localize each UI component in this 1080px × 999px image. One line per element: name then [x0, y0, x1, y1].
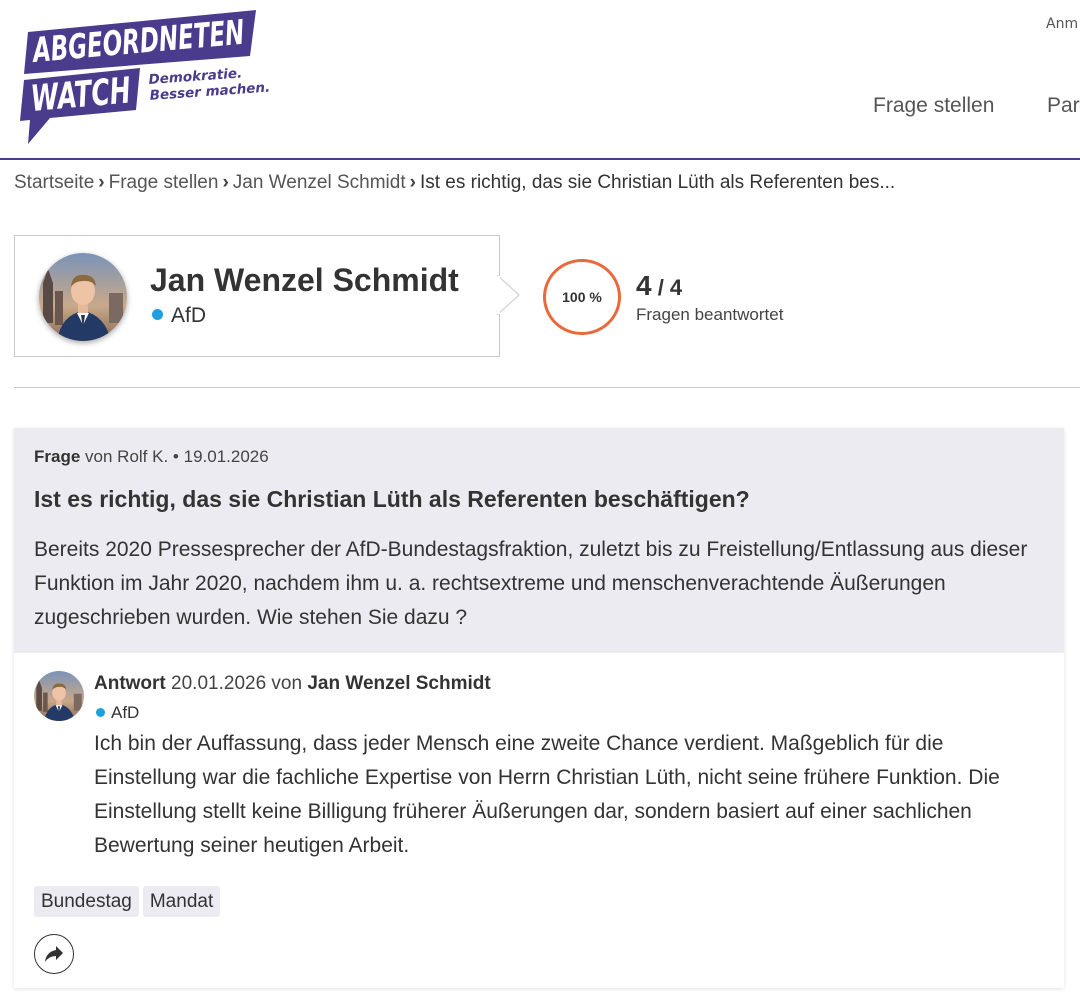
question-body: Bereits 2020 Pressesprecher der AfD-Bund… [34, 538, 1028, 629]
breadcrumb-frage-stellen[interactable]: Frage stellen [109, 172, 219, 193]
nav-parlamente[interactable]: Par [1047, 94, 1080, 118]
avatar-photo-small [34, 671, 84, 721]
answer-avatar[interactable] [34, 671, 84, 721]
party-label: AfD [171, 304, 207, 327]
politician-card[interactable]: Jan Wenzel Schmidt AfD [14, 235, 500, 357]
answer-party-label: AfD [111, 703, 140, 722]
question-meta: Frage von Rolf K. • 19.01.2026 [34, 447, 269, 467]
answer-by: von [271, 673, 303, 694]
answer-rate-percent: 100 % [562, 289, 602, 305]
question-author: von Rolf K. [85, 447, 169, 466]
total-number: 4 [669, 275, 683, 300]
question-date: 19.01.2026 [183, 447, 269, 466]
card-pointer-arrow [497, 275, 520, 315]
answered-count: 4 / 4 [636, 270, 682, 302]
section-divider [14, 387, 1080, 388]
logo-line2: WATCH [29, 70, 132, 120]
answer-party: AfD [96, 703, 139, 723]
party-dot-icon [96, 708, 105, 717]
site-header: ABGEORDNETEN WATCH Demokratie. Besser ma… [0, 0, 1080, 160]
answer-block: Antwort 20.01.2026 von Jan Wenzel Schmid… [14, 653, 1064, 988]
question-block: Frage von Rolf K. • 19.01.2026 Ist es ri… [14, 428, 1064, 653]
answered-separator: / [651, 275, 670, 300]
tag-bundestag[interactable]: Bundestag [34, 886, 139, 917]
question-label: Frage [34, 447, 81, 466]
question-answer-card: Frage von Rolf K. • 19.01.2026 Ist es ri… [14, 428, 1064, 988]
nav-frage-stellen[interactable]: Frage stellen [873, 94, 994, 118]
share-arrow-icon [45, 946, 63, 962]
topic-tags: Bundestag Mandat [34, 886, 224, 917]
chevron-right-icon: › [409, 172, 416, 193]
answer-author[interactable]: Jan Wenzel Schmidt [307, 673, 490, 694]
breadcrumb-startseite[interactable]: Startseite [14, 172, 94, 193]
politician-name[interactable]: Jan Wenzel Schmidt [150, 262, 459, 299]
politician-party: AfD [152, 304, 206, 328]
answer-meta: Antwort 20.01.2026 von Jan Wenzel Schmid… [94, 673, 491, 695]
meta-bullet: • [172, 447, 179, 466]
answer-date: 20.01.2026 [171, 673, 267, 694]
question-title[interactable]: Ist es richtig, das sie Christian Lüth a… [34, 486, 750, 513]
breadcrumb-current: Ist es richtig, das sie Christian Lüth a… [419, 172, 896, 193]
answer-body: Ich bin der Auffassung, dass jeder Mensc… [94, 732, 1000, 857]
answer-rate-ring: 100 % [543, 259, 621, 335]
share-button[interactable] [34, 934, 74, 974]
politician-avatar[interactable] [39, 253, 127, 341]
party-dot-icon [152, 309, 163, 320]
breadcrumb: Startseite › Frage stellen › Jan Wenzel Schm… [14, 172, 895, 194]
answered-number: 4 [636, 270, 652, 301]
login-link[interactable]: Anm [1046, 16, 1078, 32]
avatar-photo [39, 253, 127, 341]
breadcrumb-politician[interactable]: Jan Wenzel Schmidt [233, 172, 406, 193]
answered-label: Fragen beantwortet [636, 305, 784, 324]
chevron-right-icon: › [222, 172, 229, 193]
answer-label: Antwort [94, 673, 166, 694]
tag-mandat[interactable]: Mandat [142, 886, 221, 917]
chevron-right-icon: › [98, 172, 105, 193]
